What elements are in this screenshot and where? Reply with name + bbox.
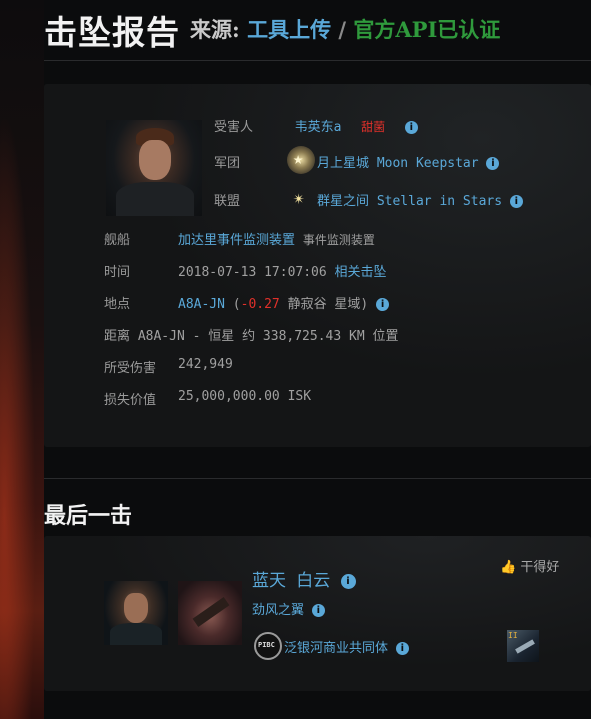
corp-label: 军团 [214, 156, 241, 171]
page-header: 击坠报告 来源: 工具上传 / 官方API已认证 [44, 0, 591, 61]
source-label: 来源: [190, 17, 240, 42]
distance-row: 距离 A8A-JN - 恒星 约 338,725.43 KM 位置 [104, 325, 399, 344]
time-row: 时间 [104, 261, 130, 280]
loss-value: 25,000,000.00 ISK [178, 389, 312, 404]
section-divider [44, 478, 591, 479]
victim-row: 受害人 韦英东a 甜菌 i [214, 116, 418, 135]
loss-row: 损失价值 [104, 389, 156, 408]
victim-label: 受害人 [214, 120, 254, 135]
background-nebula [0, 0, 44, 719]
ship-class: 事件监测装置 [302, 233, 375, 247]
victim-tag: 甜菌 [361, 120, 386, 134]
info-icon[interactable]: i [340, 573, 356, 589]
alliance-name-link[interactable]: 群星之间 Stellar in Stars [317, 194, 502, 209]
info-icon[interactable]: i [395, 642, 409, 655]
final-blow-panel: 蓝天 白云 i 劲风之翼 i PIBC 泛银河商业共同体 i 👍 干得好 II [44, 536, 591, 691]
location-row: 地点 [104, 293, 130, 312]
attacker-ship-image[interactable] [178, 581, 242, 645]
star-emblem-icon[interactable]: ★ [287, 146, 315, 174]
distance-text: 距离 A8A-JN - 恒星 约 338,725.43 KM 位置 [104, 329, 399, 344]
corp-name-link[interactable]: 月上星城 Moon Keepstar [317, 156, 479, 171]
alliance-logo-icon[interactable]: PIBC [254, 632, 282, 660]
ship-name-link[interactable]: 加达里事件监测装置 [178, 233, 295, 248]
info-icon[interactable]: i [486, 157, 500, 170]
thumbs-up-icon: 👍 [500, 560, 517, 575]
starburst-icon[interactable]: ✴ [289, 186, 315, 212]
weapon-icon[interactable]: II [507, 630, 539, 662]
attacker-corp-link[interactable]: 劲风之翼 [252, 603, 304, 618]
info-icon[interactable]: i [311, 604, 325, 617]
damage-value: 242,949 [178, 357, 233, 372]
info-icon[interactable]: i [376, 298, 390, 311]
source-line: 来源: 工具上传 / 官方API已认证 [190, 14, 500, 44]
like-button[interactable]: 👍 干得好 [500, 556, 559, 575]
region-name: 静寂谷 星域) [287, 297, 369, 312]
source-api-verified: 官方API已认证 [353, 17, 501, 42]
damage-label: 所受伤害 [104, 361, 157, 376]
victim-name-link[interactable]: 韦英东a [295, 120, 342, 135]
ship-row: 舰船 [104, 229, 130, 248]
attacker-alliance-link[interactable]: 泛银河商业共同体 [284, 641, 388, 656]
victim-panel: 受害人 韦英东a 甜菌 i 军团 ★ 月上星城 Moon Keepstar i … [44, 84, 591, 447]
attacker-portrait[interactable] [104, 581, 168, 645]
time-value: 2018-07-13 17:07:06 [178, 265, 327, 280]
corp-row: 军团 [214, 152, 240, 171]
source-separator: / [338, 17, 347, 42]
time-label: 时间 [104, 265, 131, 280]
location-label: 地点 [104, 297, 131, 312]
alliance-row: 联盟 [214, 190, 240, 209]
info-icon[interactable]: i [404, 121, 418, 134]
related-kills-link[interactable]: 相关击坠 [335, 265, 387, 280]
source-tool-link[interactable]: 工具上传 [247, 17, 331, 42]
ship-label: 舰船 [104, 233, 131, 248]
info-icon[interactable]: i [509, 195, 523, 208]
loss-label: 损失价值 [104, 393, 157, 408]
final-blow-title: 最后一击 [44, 503, 133, 529]
attacker-name-link[interactable]: 蓝天 白云 [252, 571, 330, 591]
system-link[interactable]: A8A-JN [178, 297, 225, 312]
damage-row: 所受伤害 [104, 357, 156, 376]
page-title: 击坠报告 [44, 13, 180, 52]
like-label: 干得好 [520, 560, 560, 575]
victim-portrait[interactable] [106, 120, 202, 216]
alliance-label: 联盟 [214, 194, 241, 209]
security-status: -0.27 [240, 297, 280, 312]
